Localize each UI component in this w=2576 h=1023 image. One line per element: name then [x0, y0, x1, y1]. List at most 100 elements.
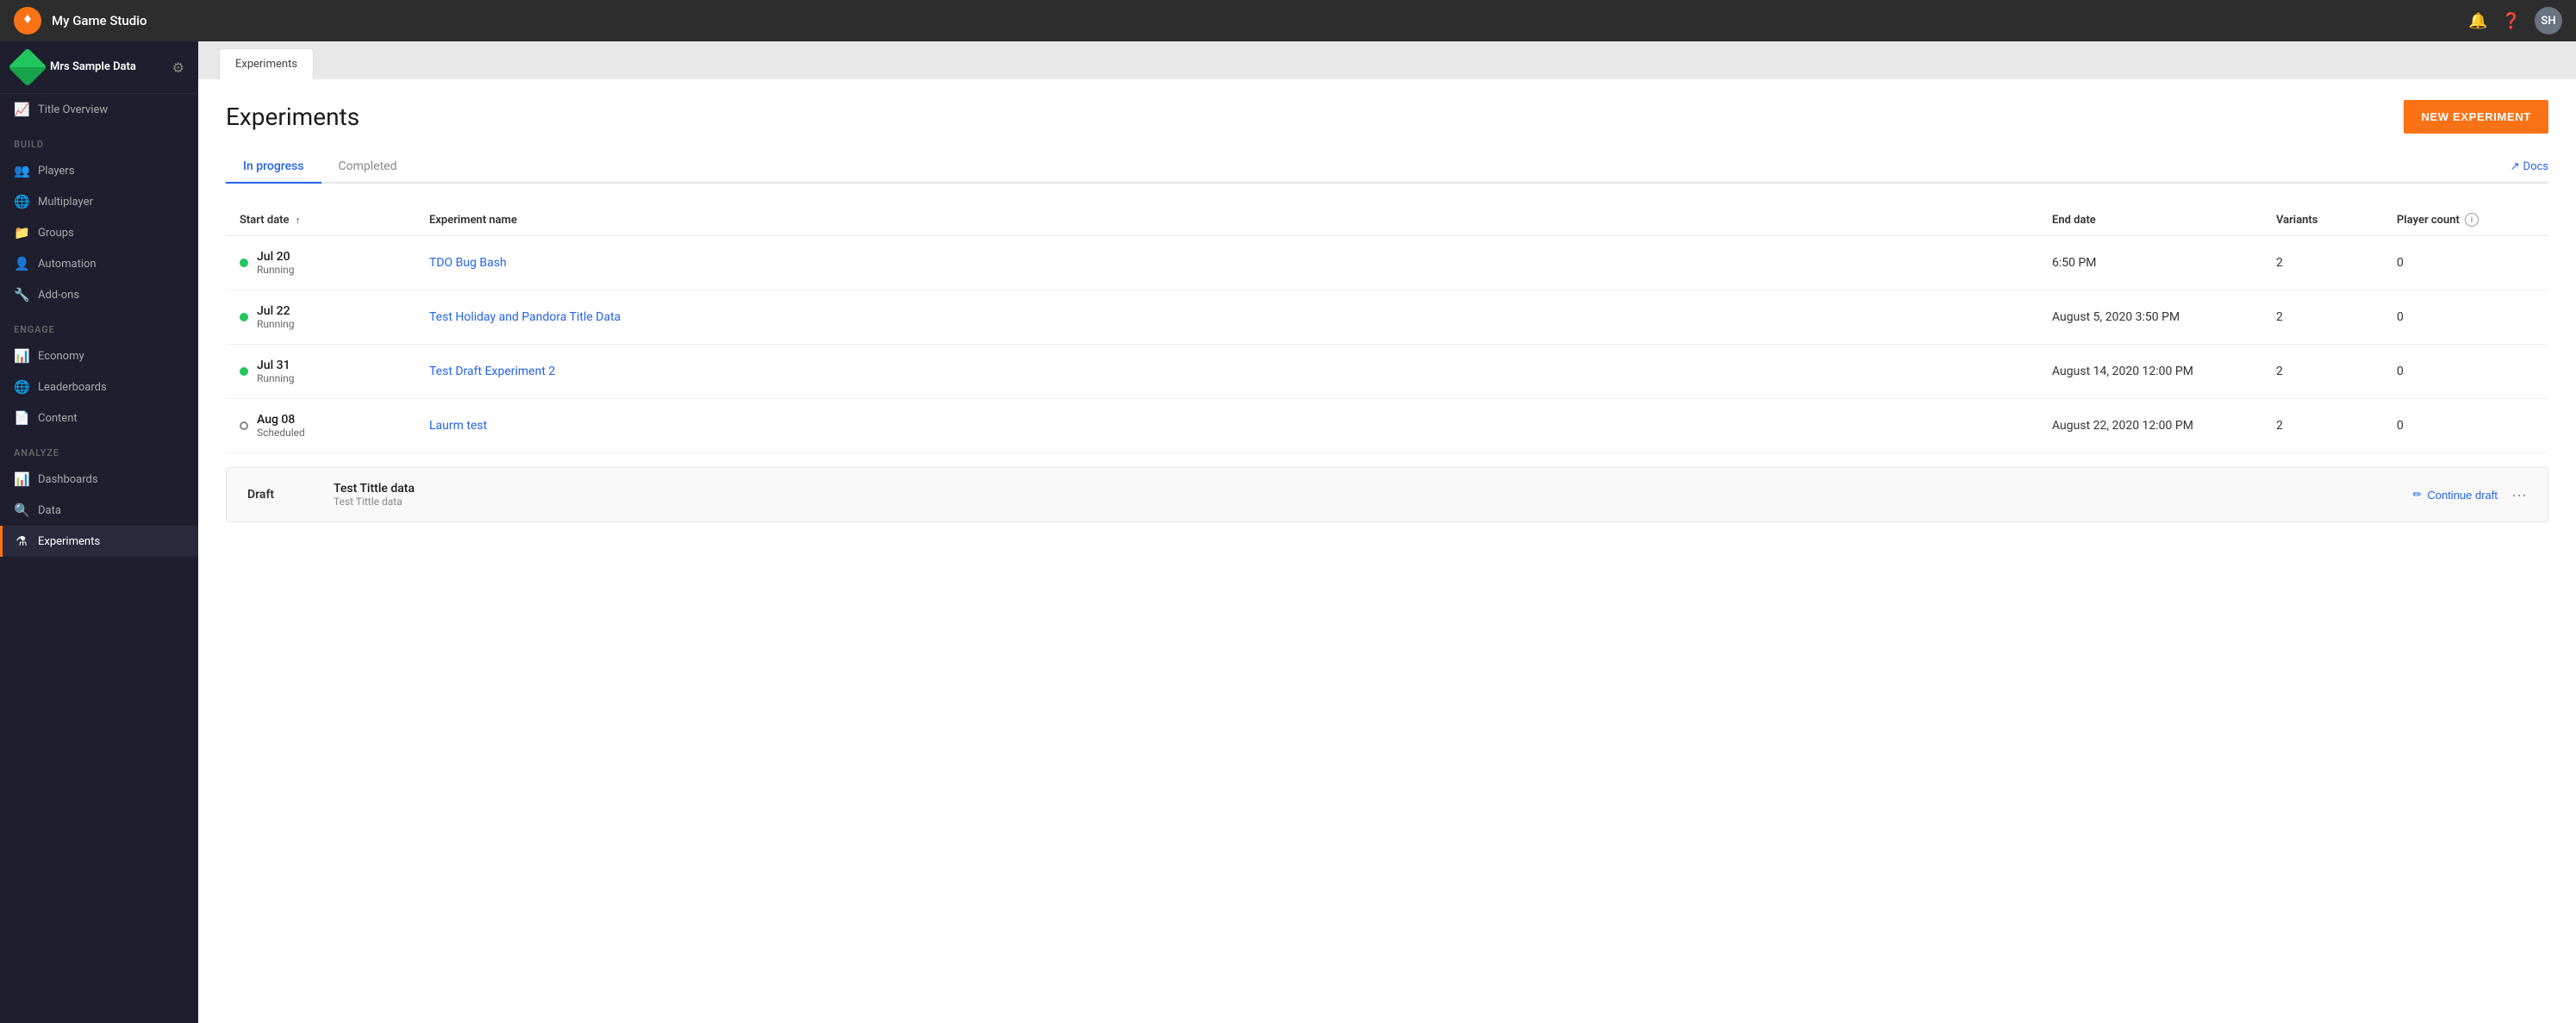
- top-nav: My Game Studio 🔔 ❓ SH: [0, 0, 2576, 41]
- player-count-info-icon[interactable]: i: [2465, 213, 2479, 227]
- new-experiment-button[interactable]: NEW EXPERIMENT: [2404, 100, 2548, 134]
- players-icon: 👥: [14, 163, 29, 178]
- player-count-cell: 0: [2397, 365, 2535, 378]
- end-date-cell: August 5, 2020 3:50 PM: [2052, 310, 2276, 324]
- external-link-icon: ↗: [2511, 160, 2520, 173]
- edit-icon: ✏: [2412, 488, 2422, 502]
- experiment-name-cell: Laurm test: [429, 419, 2052, 433]
- sub-tabs: In progress Completed ↗ Docs: [226, 151, 2548, 184]
- more-options-button[interactable]: ···: [2511, 486, 2527, 504]
- draft-row: Draft Test Tittle data Test Tittle data …: [226, 467, 2548, 522]
- add-ons-icon: 🔧: [14, 287, 29, 303]
- player-count-cell: 0: [2397, 310, 2535, 324]
- sidebar-item-label: Groups: [38, 227, 74, 240]
- status-cell: Aug 08 Scheduled: [240, 413, 429, 439]
- experiment-link[interactable]: Laurm test: [429, 419, 487, 433]
- tab-bar: Experiments: [198, 41, 2576, 79]
- col-player-count: Player count i: [2397, 213, 2535, 227]
- sidebar-item-content[interactable]: 📄 Content: [0, 402, 198, 434]
- docs-label: Docs: [2523, 160, 2548, 173]
- gear-icon[interactable]: ⚙: [172, 59, 184, 76]
- section-build: BUILD: [0, 125, 198, 155]
- content-area: Experiments NEW EXPERIMENT In progress C…: [198, 79, 2576, 1023]
- sidebar-item-players[interactable]: 👥 Players: [0, 155, 198, 186]
- sidebar-item-label: Dashboards: [38, 473, 98, 486]
- sort-arrow-icon: ↑: [296, 215, 301, 226]
- draft-actions: ✏ Continue draft ···: [2412, 486, 2527, 504]
- studio-name: Mrs Sample Data: [50, 60, 136, 75]
- sub-tabs-left: In progress Completed: [226, 151, 414, 182]
- status-cell: Jul 31 Running: [240, 359, 429, 384]
- sidebar-item-label: Automation: [38, 258, 97, 271]
- sidebar-item-automation[interactable]: 👤 Automation: [0, 248, 198, 279]
- sidebar-item-label: Add-ons: [38, 289, 79, 302]
- dashboards-icon: 📊: [14, 471, 29, 487]
- experiment-link[interactable]: TDO Bug Bash: [429, 256, 507, 270]
- status-dot-running: [240, 259, 248, 267]
- tab-completed[interactable]: Completed: [321, 151, 415, 184]
- docs-link[interactable]: ↗ Docs: [2511, 160, 2548, 173]
- avatar[interactable]: SH: [2535, 7, 2562, 34]
- sidebar-item-label: Players: [38, 165, 74, 178]
- continue-draft-label: Continue draft: [2427, 489, 2498, 502]
- tab-in-progress[interactable]: In progress: [226, 151, 321, 184]
- table-header: Start date ↑ Experiment name End date Va…: [226, 204, 2548, 236]
- section-engage: ENGAGE: [0, 310, 198, 340]
- sidebar-item-label: Experiments: [38, 535, 100, 548]
- help-icon[interactable]: ❓: [2502, 12, 2521, 30]
- content-icon: 📄: [14, 410, 29, 426]
- sidebar-item-groups[interactable]: 📁 Groups: [0, 217, 198, 248]
- top-nav-right: 🔔 ❓ SH: [2468, 7, 2562, 34]
- tab-experiments[interactable]: Experiments: [219, 48, 314, 79]
- experiment-name-cell: Test Holiday and Pandora Title Data: [429, 310, 2052, 324]
- sidebar: Mrs Sample Data ⚙ 📈 Title Overview BUILD…: [0, 41, 198, 1023]
- experiments-icon: ⚗: [14, 533, 29, 549]
- sidebar-item-label: Multiplayer: [38, 196, 93, 209]
- end-date-cell: 6:50 PM: [2052, 256, 2276, 270]
- col-end-date: End date: [2052, 214, 2276, 227]
- status-label: Running: [257, 264, 295, 276]
- variants-cell: 2: [2276, 365, 2397, 378]
- experiment-name-cell: TDO Bug Bash: [429, 256, 2052, 270]
- experiment-link[interactable]: Test Draft Experiment 2: [429, 365, 555, 378]
- continue-draft-button[interactable]: ✏ Continue draft: [2412, 488, 2498, 502]
- sidebar-item-data[interactable]: 🔍 Data: [0, 495, 198, 526]
- variants-cell: 2: [2276, 419, 2397, 433]
- sidebar-item-title-overview[interactable]: 📈 Title Overview: [0, 94, 198, 125]
- sidebar-item-label: Economy: [38, 350, 84, 363]
- sidebar-item-dashboards[interactable]: 📊 Dashboards: [0, 464, 198, 495]
- sidebar-item-multiplayer[interactable]: 🌐 Multiplayer: [0, 186, 198, 217]
- table-row: Jul 31 Running Test Draft Experiment 2 A…: [226, 345, 2548, 399]
- start-date: Jul 20: [257, 250, 295, 264]
- page-header: Experiments NEW EXPERIMENT: [226, 100, 2548, 134]
- variants-cell: 2: [2276, 256, 2397, 270]
- chart-icon: 📈: [14, 102, 29, 117]
- col-experiment-name: Experiment name: [429, 214, 2052, 227]
- draft-subtitle: Test Tittle data: [334, 496, 2412, 508]
- status-dot-running: [240, 367, 248, 376]
- sidebar-item-label: Title Overview: [38, 103, 108, 116]
- top-nav-title: My Game Studio: [52, 13, 147, 28]
- experiment-name-cell: Test Draft Experiment 2: [429, 365, 2052, 378]
- col-start-date[interactable]: Start date ↑: [240, 214, 429, 227]
- table-row: Jul 22 Running Test Holiday and Pandora …: [226, 290, 2548, 345]
- col-variants: Variants: [2276, 214, 2397, 227]
- sidebar-item-experiments[interactable]: ⚗ Experiments: [0, 526, 198, 557]
- sidebar-item-label: Content: [38, 412, 78, 425]
- draft-info: Test Tittle data Test Tittle data: [334, 482, 2412, 508]
- bell-icon[interactable]: 🔔: [2468, 12, 2487, 30]
- draft-title: Test Tittle data: [334, 482, 2412, 496]
- sidebar-studio: Mrs Sample Data ⚙: [0, 41, 198, 94]
- groups-icon: 📁: [14, 225, 29, 240]
- sidebar-item-economy[interactable]: 📊 Economy: [0, 340, 198, 371]
- status-dot-scheduled: [240, 421, 248, 430]
- sidebar-item-add-ons[interactable]: 🔧 Add-ons: [0, 279, 198, 310]
- status-label: Scheduled: [257, 427, 305, 439]
- sidebar-item-leaderboards[interactable]: 🌐 Leaderboards: [0, 371, 198, 402]
- player-count-cell: 0: [2397, 419, 2535, 433]
- status-cell: Jul 22 Running: [240, 304, 429, 330]
- app-logo[interactable]: [14, 7, 41, 34]
- experiment-link[interactable]: Test Holiday and Pandora Title Data: [429, 310, 621, 324]
- start-date: Aug 08: [257, 413, 305, 427]
- start-date: Jul 31: [257, 359, 295, 372]
